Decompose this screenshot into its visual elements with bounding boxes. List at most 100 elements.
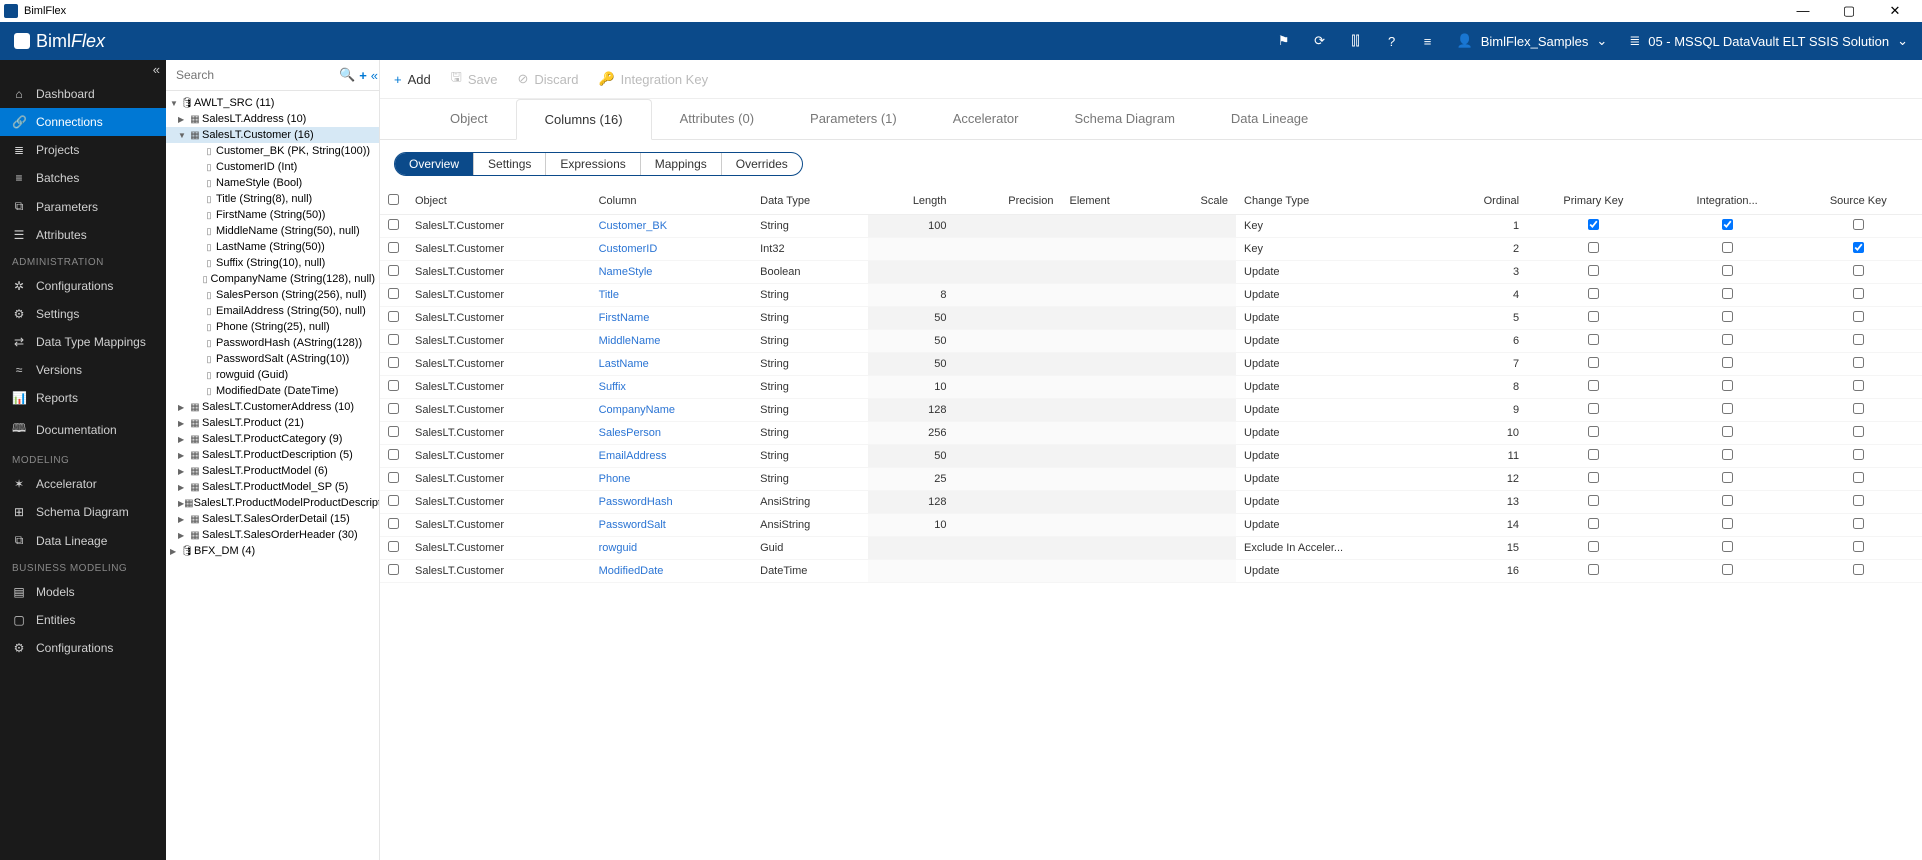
table-row[interactable]: SalesLT.CustomerEmailAddressString50Upda… (380, 445, 1922, 468)
cell-pk[interactable] (1527, 238, 1660, 261)
cell-change[interactable]: Update (1236, 376, 1437, 399)
cell-change[interactable]: Update (1236, 491, 1437, 514)
checkbox[interactable] (1722, 472, 1733, 483)
tree-row[interactable]: ▶▦SalesLT.Address (10) (166, 111, 379, 127)
cell-element[interactable] (1062, 353, 1160, 376)
subtab-overview[interactable]: Overview (395, 153, 474, 175)
checkbox[interactable] (1722, 541, 1733, 552)
cell-column[interactable]: PasswordSalt (591, 514, 753, 537)
cell-sk[interactable] (1795, 491, 1922, 514)
cell-sk[interactable] (1795, 560, 1922, 583)
col-header[interactable]: Data Type (752, 188, 868, 215)
col-header[interactable]: Integration... (1660, 188, 1795, 215)
tree-row[interactable]: ▯FirstName (String(50)) (166, 207, 379, 223)
cell-precision[interactable] (954, 491, 1061, 514)
checkbox[interactable] (1853, 380, 1864, 391)
checkbox[interactable] (1588, 518, 1599, 529)
checkbox[interactable] (1722, 357, 1733, 368)
checkbox[interactable] (1588, 426, 1599, 437)
checkbox[interactable] (1722, 242, 1733, 253)
cell-precision[interactable] (954, 215, 1061, 238)
cell-change[interactable]: Update (1236, 399, 1437, 422)
table-row[interactable]: SalesLT.CustomerModifiedDateDateTimeUpda… (380, 560, 1922, 583)
table-row[interactable]: SalesLT.CustomerTitleString8Update4 (380, 284, 1922, 307)
sidebar-item-accelerator[interactable]: ✶Accelerator (0, 470, 166, 498)
cell-sk[interactable] (1795, 445, 1922, 468)
cell-length[interactable]: 100 (868, 215, 955, 238)
checkbox[interactable] (1853, 518, 1864, 529)
cell-scale[interactable] (1160, 353, 1236, 376)
checkbox[interactable] (1588, 219, 1599, 230)
cell-pk[interactable] (1527, 468, 1660, 491)
table-row[interactable]: SalesLT.CustomerMiddleNameString50Update… (380, 330, 1922, 353)
cell-change[interactable]: Update (1236, 284, 1437, 307)
cell-length[interactable]: 8 (868, 284, 955, 307)
close-button[interactable]: ✕ (1880, 3, 1910, 19)
cell-pk[interactable] (1527, 376, 1660, 399)
cell-column[interactable]: Customer_BK (591, 215, 753, 238)
checkbox[interactable] (1722, 495, 1733, 506)
checkbox[interactable] (1588, 541, 1599, 552)
cell-scale[interactable] (1160, 376, 1236, 399)
cell-change[interactable]: Update (1236, 445, 1437, 468)
cell-length[interactable]: 10 (868, 514, 955, 537)
cell-pk[interactable] (1527, 445, 1660, 468)
sidebar-item-schema-diagram[interactable]: ⊞Schema Diagram (0, 498, 166, 526)
cell-length[interactable]: 50 (868, 330, 955, 353)
row-select[interactable] (388, 564, 399, 575)
cell-ik[interactable] (1660, 468, 1795, 491)
cell-precision[interactable] (954, 422, 1061, 445)
cell-element[interactable] (1062, 215, 1160, 238)
cell-column[interactable]: ModifiedDate (591, 560, 753, 583)
cell-element[interactable] (1062, 330, 1160, 353)
cell-element[interactable] (1062, 514, 1160, 537)
cell-scale[interactable] (1160, 399, 1236, 422)
cell-pk[interactable] (1527, 514, 1660, 537)
row-select[interactable] (388, 288, 399, 299)
row-select[interactable] (388, 265, 399, 276)
tab-data-lineage[interactable]: Data Lineage (1203, 99, 1336, 139)
cell-precision[interactable] (954, 376, 1061, 399)
checkbox[interactable] (1722, 426, 1733, 437)
search-input[interactable] (172, 64, 335, 86)
cell-scale[interactable] (1160, 215, 1236, 238)
cell-ik[interactable] (1660, 330, 1795, 353)
minimize-button[interactable]: — (1788, 3, 1818, 19)
save-button[interactable]: 🖫Save (451, 68, 498, 90)
cell-element[interactable] (1062, 376, 1160, 399)
cell-ik[interactable] (1660, 399, 1795, 422)
row-select[interactable] (388, 357, 399, 368)
tree-row[interactable]: ▶▦SalesLT.ProductModel_SP (5) (166, 479, 379, 495)
cell-change[interactable]: Update (1236, 353, 1437, 376)
tree-row[interactable]: ▶▦SalesLT.ProductModel (6) (166, 463, 379, 479)
cell-column[interactable]: Title (591, 284, 753, 307)
cell-length[interactable] (868, 238, 955, 261)
checkbox[interactable] (1722, 449, 1733, 460)
row-select[interactable] (388, 426, 399, 437)
cell-scale[interactable] (1160, 445, 1236, 468)
checkbox[interactable] (1588, 472, 1599, 483)
checkbox[interactable] (1853, 242, 1864, 253)
cell-precision[interactable] (954, 284, 1061, 307)
cell-precision[interactable] (954, 353, 1061, 376)
sidebar-item-versions[interactable]: ≈Versions (0, 356, 166, 384)
cell-scale[interactable] (1160, 468, 1236, 491)
cell-ik[interactable] (1660, 261, 1795, 284)
tab-parameters-[interactable]: Parameters (1) (782, 99, 925, 139)
cell-column[interactable]: MiddleName (591, 330, 753, 353)
cell-pk[interactable] (1527, 215, 1660, 238)
sidebar-item-batches[interactable]: ≡Batches (0, 164, 166, 192)
cell-precision[interactable] (954, 445, 1061, 468)
cell-column[interactable]: CustomerID (591, 238, 753, 261)
tree-row[interactable]: ▯Phone (String(25), null) (166, 319, 379, 335)
cell-change[interactable]: Key (1236, 238, 1437, 261)
cell-pk[interactable] (1527, 284, 1660, 307)
sidebar-collapse[interactable]: « (0, 60, 166, 80)
cell-change[interactable]: Update (1236, 468, 1437, 491)
tree-row[interactable]: ▯SalesPerson (String(256), null) (166, 287, 379, 303)
checkbox[interactable] (1588, 265, 1599, 276)
checkbox[interactable] (1853, 426, 1864, 437)
checkbox[interactable] (1853, 449, 1864, 460)
cell-precision[interactable] (954, 307, 1061, 330)
row-select[interactable] (388, 495, 399, 506)
